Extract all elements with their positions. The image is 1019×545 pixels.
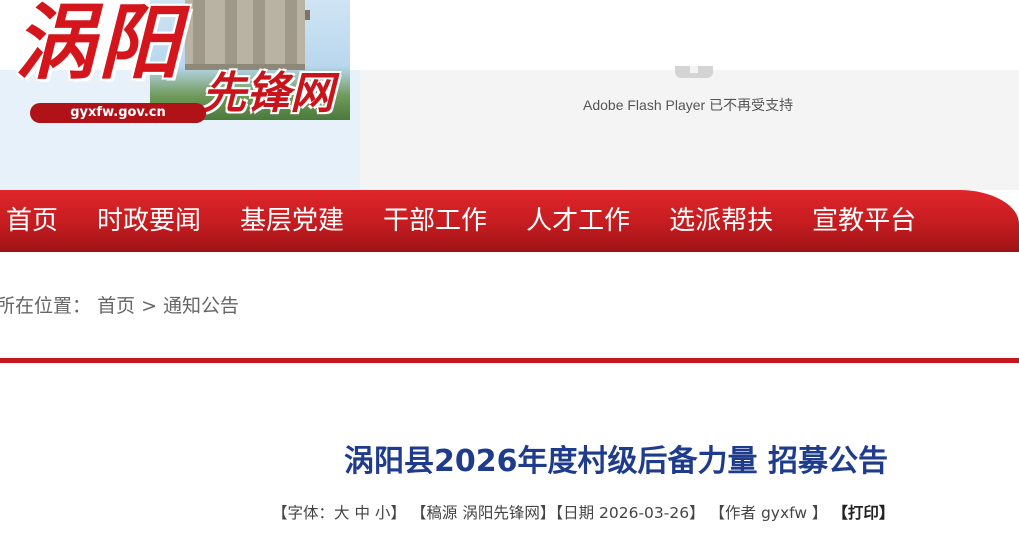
breadcrumb-current-link[interactable]: 通知公告 — [163, 295, 239, 317]
article-title: 涡阳县2026年度村级后备力量 招募公告 — [344, 444, 888, 479]
nav-item-education[interactable]: 宣教平台 — [812, 190, 916, 252]
breadcrumb-home-link[interactable]: 首页 — [97, 295, 135, 317]
article-author: 【作者 gyxfw 】 — [709, 504, 828, 522]
font-medium-link[interactable]: 中 — [354, 504, 370, 522]
print-link[interactable]: 【打印】 — [832, 504, 894, 522]
article-meta: 【字体：大 中 小】 【稿源 涡阳先锋网】【日期 2026-03-26】 【作者… — [272, 501, 894, 523]
font-size-close: 】 — [390, 504, 406, 522]
main-nav: 首页 时政要闻 基层党建 干部工作 人才工作 选派帮扶 宣教平台 — [0, 190, 1019, 252]
font-size-label: 【字体： — [272, 504, 335, 522]
nav-item-talent-work[interactable]: 人才工作 — [526, 190, 630, 252]
article-date: 【日期 2026-03-26】 — [555, 504, 705, 522]
flash-plugin-icon — [675, 66, 713, 78]
nav-item-news[interactable]: 时政要闻 — [97, 190, 201, 252]
breadcrumb-prefix: 所在位置： — [0, 295, 92, 317]
nav-item-party-building[interactable]: 基层党建 — [240, 190, 344, 252]
flash-placeholder — [360, 70, 1019, 190]
nav-item-cadre-work[interactable]: 干部工作 — [383, 190, 487, 252]
font-small-link[interactable]: 小 — [375, 504, 391, 522]
memorial-gate-image — [185, 0, 305, 70]
nav-item-assistance[interactable]: 选派帮扶 — [669, 190, 773, 252]
nav-item-home[interactable]: 首页 — [6, 190, 58, 252]
nav-list: 首页 时政要闻 基层党建 干部工作 人才工作 选派帮扶 宣教平台 — [0, 190, 1019, 252]
font-large-link[interactable]: 大 — [334, 504, 350, 522]
article-source: 【稿源 涡阳先锋网】 — [410, 504, 556, 522]
site-logo-text: 涡阳 — [14, 0, 182, 91]
flash-notice: Adobe Flash Player 已不再受支持 — [583, 97, 794, 113]
breadcrumb: 所在位置： 首页 > 通知公告 — [0, 291, 239, 318]
site-logo-url: gyxfw.gov.cn — [30, 103, 206, 123]
site-logo-subtitle: 先锋网 — [202, 68, 334, 119]
content-divider — [0, 358, 1019, 363]
breadcrumb-separator: > — [141, 295, 157, 317]
